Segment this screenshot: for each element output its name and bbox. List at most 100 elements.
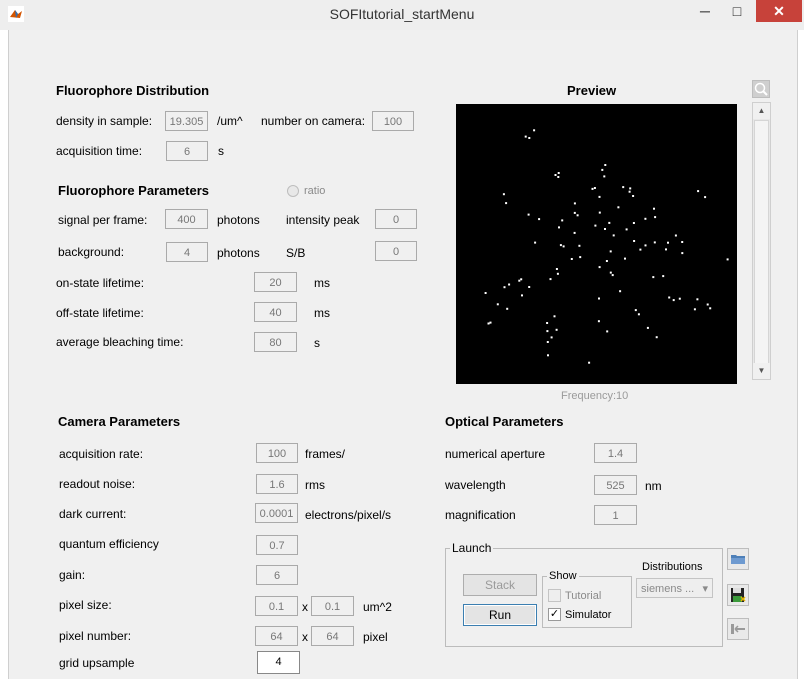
signal-per-frame-field[interactable]: 400 [165, 209, 208, 229]
fluorophore-dot [597, 320, 600, 323]
acquisition-time-field[interactable]: 6 [166, 141, 208, 161]
fluorophore-dot [603, 175, 606, 178]
fluorophore-dot [668, 296, 671, 299]
background-field[interactable]: 4 [166, 242, 208, 262]
fluorophore-dot [598, 266, 601, 269]
quantum-efficiency-field[interactable]: 0.7 [256, 535, 298, 555]
gain-field[interactable]: 6 [256, 565, 298, 585]
zoom-icon[interactable] [752, 80, 770, 98]
pixel-number-y-field[interactable]: 64 [311, 626, 354, 646]
ratio-radio[interactable] [287, 185, 299, 197]
intensity-peak-field[interactable]: 0 [375, 209, 417, 229]
chevron-down-icon: ▾ [702, 583, 708, 595]
wavelength-field[interactable]: 525 [594, 475, 637, 495]
fluorophore-dot [601, 168, 604, 171]
fluorophore-dot [505, 202, 508, 205]
save-disk-icon [731, 588, 746, 602]
distributions-dropdown[interactable]: siemens ... ▾ [636, 578, 713, 598]
fluorophore-dot [594, 224, 597, 227]
numerical-aperture-field[interactable]: 1.4 [594, 443, 637, 463]
tutorial-checkbox[interactable] [548, 589, 561, 602]
scroll-down-arrow-icon[interactable]: ▼ [753, 363, 770, 379]
fluorophore-dot [496, 303, 499, 306]
wavelength-unit: nm [645, 479, 662, 493]
acquisition-time-unit: s [218, 144, 224, 158]
acquisition-rate-field[interactable]: 100 [256, 443, 298, 463]
sb-field[interactable]: 0 [375, 241, 417, 261]
close-button[interactable]: ✕ [756, 0, 802, 22]
acquisition-rate-unit: frames/ [305, 447, 346, 461]
gain-label: gain: [59, 568, 86, 582]
scrollbar-thumb[interactable] [754, 120, 769, 364]
fluorophore-dot [624, 257, 626, 260]
run-button[interactable]: Run [463, 604, 537, 626]
frequency-scrollbar[interactable]: ▲ ▼ [752, 102, 771, 380]
save-button[interactable] [727, 584, 749, 606]
number-on-camera-field[interactable]: 100 [372, 111, 414, 131]
fluorophore-dot [681, 241, 684, 243]
fluorophore-dot [639, 248, 642, 251]
export-button[interactable] [727, 618, 749, 640]
fluorophore-dot [555, 328, 558, 331]
fluorophore-dot [653, 207, 655, 210]
off-state-lifetime-field[interactable]: 40 [254, 302, 297, 322]
fluorophore-distribution-heading: Fluorophore Distribution [56, 83, 210, 98]
pixel-size-x-field[interactable]: 0.1 [255, 596, 298, 616]
fluorophore-dot [487, 322, 490, 325]
fluorophore-dot [608, 221, 611, 224]
fluorophore-dot [632, 195, 635, 197]
pixel-number-unit: pixel [363, 630, 388, 644]
dark-current-field[interactable]: 0.0001 [255, 503, 298, 523]
fluorophore-dot [634, 309, 637, 312]
minimize-button[interactable]: ─ [690, 0, 720, 22]
maximize-button[interactable]: □ [722, 0, 752, 22]
fluorophore-dot [547, 354, 549, 357]
fluorophore-dot [573, 211, 576, 214]
fluorophore-dot [644, 217, 647, 220]
on-state-lifetime-label: on-state lifetime: [56, 276, 145, 290]
acquisition-rate-label: acquisition rate: [59, 447, 144, 461]
fluorophore-dot [654, 216, 657, 219]
fluorophore-parameters-heading: Fluorophore Parameters [58, 183, 209, 198]
off-state-lifetime-label: off-state lifetime: [56, 306, 144, 320]
pixel-number-label: pixel number: [59, 629, 132, 643]
fluorophore-dot [706, 303, 709, 306]
readout-noise-label: readout noise: [59, 477, 136, 491]
fluorophore-dot [629, 187, 632, 190]
ratio-label: ratio [304, 185, 326, 197]
fluorophore-dot [558, 226, 560, 229]
off-state-unit: ms [314, 306, 330, 320]
density-field[interactable]: 19.305 [165, 111, 208, 131]
fluorophore-dot [652, 276, 655, 279]
open-folder-button[interactable] [727, 548, 749, 570]
preview-heading: Preview [567, 83, 617, 98]
scroll-up-arrow-icon[interactable]: ▲ [753, 103, 770, 119]
tutorial-label: Tutorial [565, 590, 602, 602]
pixel-number-x-field[interactable]: 64 [255, 626, 298, 646]
on-state-lifetime-field[interactable]: 20 [254, 272, 297, 292]
magnification-label: magnification [445, 508, 516, 522]
fluorophore-dot [696, 298, 699, 301]
fluorophore-dot [611, 274, 614, 277]
signal-unit: photons [217, 213, 260, 227]
fluorophore-dot [524, 135, 527, 138]
fluorophore-dot [502, 193, 505, 196]
fluorophore-dot [557, 176, 560, 178]
stack-button[interactable]: Stack [463, 574, 537, 596]
fluorophore-dot [546, 341, 549, 343]
pixel-size-y-field[interactable]: 0.1 [311, 596, 354, 616]
fluorophore-dot [591, 187, 594, 190]
density-unit: /um^ [217, 114, 243, 128]
readout-noise-field[interactable]: 1.6 [256, 474, 298, 494]
fluorophore-dot [503, 286, 506, 289]
fluorophore-dot [598, 195, 601, 198]
preview-image [456, 104, 737, 384]
grid-upsample-field[interactable]: 4 [257, 651, 300, 674]
bleaching-time-field[interactable]: 80 [254, 332, 297, 352]
fluorophore-dot [576, 214, 579, 217]
magnification-field[interactable]: 1 [594, 505, 637, 525]
fluorophore-dot [598, 297, 600, 300]
fluorophore-dot [672, 299, 675, 302]
simulator-checkbox[interactable]: ✓ [548, 608, 561, 621]
on-state-unit: ms [314, 276, 330, 290]
